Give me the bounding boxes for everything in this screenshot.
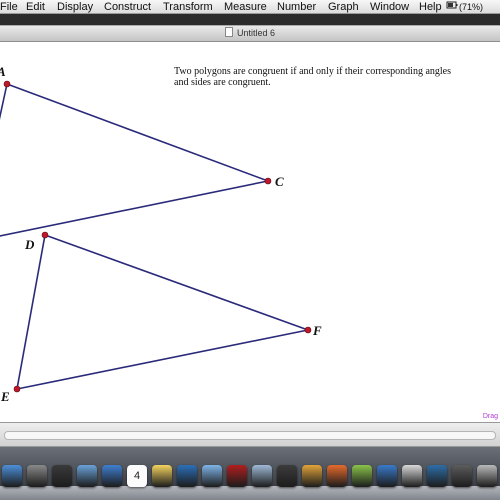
menu-display[interactable]: Display: [57, 0, 93, 14]
battery-icon[interactable]: [446, 0, 458, 14]
firefox-icon[interactable]: [327, 465, 347, 487]
segment-ac[interactable]: [6, 83, 269, 182]
label-a[interactable]: A: [0, 64, 6, 79]
segment-df[interactable]: [44, 234, 309, 331]
preview-icon[interactable]: [252, 465, 272, 487]
segment-cb[interactable]: [0, 180, 269, 238]
calendar-icon[interactable]: 4: [127, 465, 147, 487]
point-a[interactable]: [3, 80, 11, 88]
dock-shelf: [0, 486, 500, 500]
label-f[interactable]: F: [312, 323, 322, 338]
segment-ef[interactable]: [16, 329, 309, 390]
window-title: Untitled 6: [236, 28, 276, 38]
mail-icon[interactable]: [77, 465, 97, 487]
menu-transform[interactable]: Transform: [163, 0, 213, 14]
app-icon-2[interactable]: [377, 465, 397, 487]
app-icon-5[interactable]: [452, 465, 472, 487]
quicktime-icon[interactable]: [277, 465, 297, 487]
label-e[interactable]: E: [0, 389, 10, 404]
point-c[interactable]: [264, 177, 272, 185]
app-icon-3[interactable]: [402, 465, 422, 487]
menu-construct[interactable]: Construct: [104, 0, 151, 14]
point-e[interactable]: [13, 385, 21, 393]
geometry-diagram[interactable]: A C D E F: [0, 42, 500, 423]
menu-file[interactable]: File: [0, 0, 18, 14]
caption-text[interactable]: Two polygons are congruent if and only i…: [174, 66, 464, 88]
segment-ab[interactable]: [0, 83, 8, 162]
menu-measure[interactable]: Measure: [224, 0, 267, 14]
menu-help[interactable]: Help: [419, 0, 442, 14]
menu-shadow: [0, 14, 500, 25]
app-icon-4[interactable]: [427, 465, 447, 487]
label-d[interactable]: D: [24, 237, 35, 252]
app-icon-6[interactable]: [477, 465, 497, 487]
system-icon[interactable]: [27, 465, 47, 487]
sketch-canvas[interactable]: A C D E F Two polygons are congruent if …: [0, 42, 500, 423]
battery-percent: (71%): [459, 2, 484, 12]
label-c[interactable]: C: [275, 174, 284, 189]
menu-graph[interactable]: Graph: [328, 0, 359, 14]
point-f[interactable]: [304, 326, 312, 334]
app-icon[interactable]: [52, 465, 72, 487]
calendar-day: 4: [133, 470, 141, 482]
menu-window[interactable]: Window: [370, 0, 409, 14]
finder-icon[interactable]: [2, 465, 22, 487]
scroll-track[interactable]: [4, 431, 496, 440]
photo-booth-icon[interactable]: [227, 465, 247, 487]
menu-bar: File Edit Display Construct Transform Me…: [0, 0, 500, 14]
menu-number[interactable]: Number: [277, 0, 316, 14]
menu-edit[interactable]: Edit: [26, 0, 45, 14]
iphoto-icon[interactable]: [177, 465, 197, 487]
segment-de[interactable]: [16, 234, 46, 390]
music-icon[interactable]: [352, 465, 372, 487]
point-d[interactable]: [41, 231, 49, 239]
drag-label: Drag: [482, 413, 498, 420]
chrome-icon[interactable]: [302, 465, 322, 487]
safari-icon[interactable]: [102, 465, 122, 487]
document-icon: [224, 27, 233, 37]
itunes-icon[interactable]: [202, 465, 222, 487]
horizontal-scrollbar[interactable]: [0, 423, 500, 447]
notes-icon[interactable]: [152, 465, 172, 487]
window-title-bar[interactable]: Untitled 6: [0, 25, 500, 42]
